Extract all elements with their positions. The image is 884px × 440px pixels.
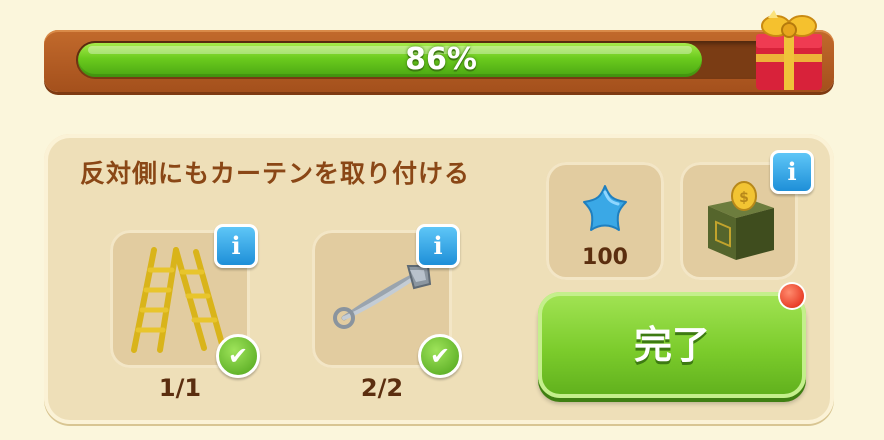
coin-chest-icon: $ bbox=[698, 176, 782, 270]
safety-pin-count-label: 2/2 bbox=[360, 374, 404, 402]
requirement-slot-safety-pin[interactable]: i ✔ bbox=[312, 224, 462, 378]
complete-button[interactable]: 完了 bbox=[538, 292, 806, 398]
task-panel: 反対側にもカーテンを取り付ける i ✔ 1/1 i ✔ 2/2 100 $ i … bbox=[44, 134, 834, 424]
ladder-count-label: 1/1 bbox=[158, 374, 202, 402]
blue-star-icon bbox=[578, 182, 632, 240]
requirement-slot-ladder[interactable]: i ✔ bbox=[110, 224, 260, 378]
ladder-check-icon: ✔ bbox=[216, 334, 260, 378]
star-reward-amount: 100 bbox=[582, 245, 628, 270]
safety-pin-icon bbox=[330, 260, 434, 334]
ladder-info-icon[interactable]: i bbox=[214, 224, 258, 268]
safety-pin-check-icon: ✔ bbox=[418, 334, 462, 378]
task-title: 反対側にもカーテンを取り付ける bbox=[80, 159, 471, 188]
reward-slot-coin-chest: $ i bbox=[680, 150, 814, 280]
svg-text:$: $ bbox=[739, 190, 749, 206]
reward-slot-stars: 100 bbox=[546, 162, 664, 280]
progress-bar-frame: 86% bbox=[44, 30, 834, 92]
coin-chest-info-icon[interactable]: i bbox=[770, 150, 814, 194]
progress-percent-label: 86% bbox=[405, 42, 477, 77]
gift-box-icon[interactable] bbox=[748, 6, 830, 94]
progress-track: 86% bbox=[76, 41, 806, 79]
notification-dot bbox=[780, 284, 804, 308]
safety-pin-info-icon[interactable]: i bbox=[416, 224, 460, 268]
